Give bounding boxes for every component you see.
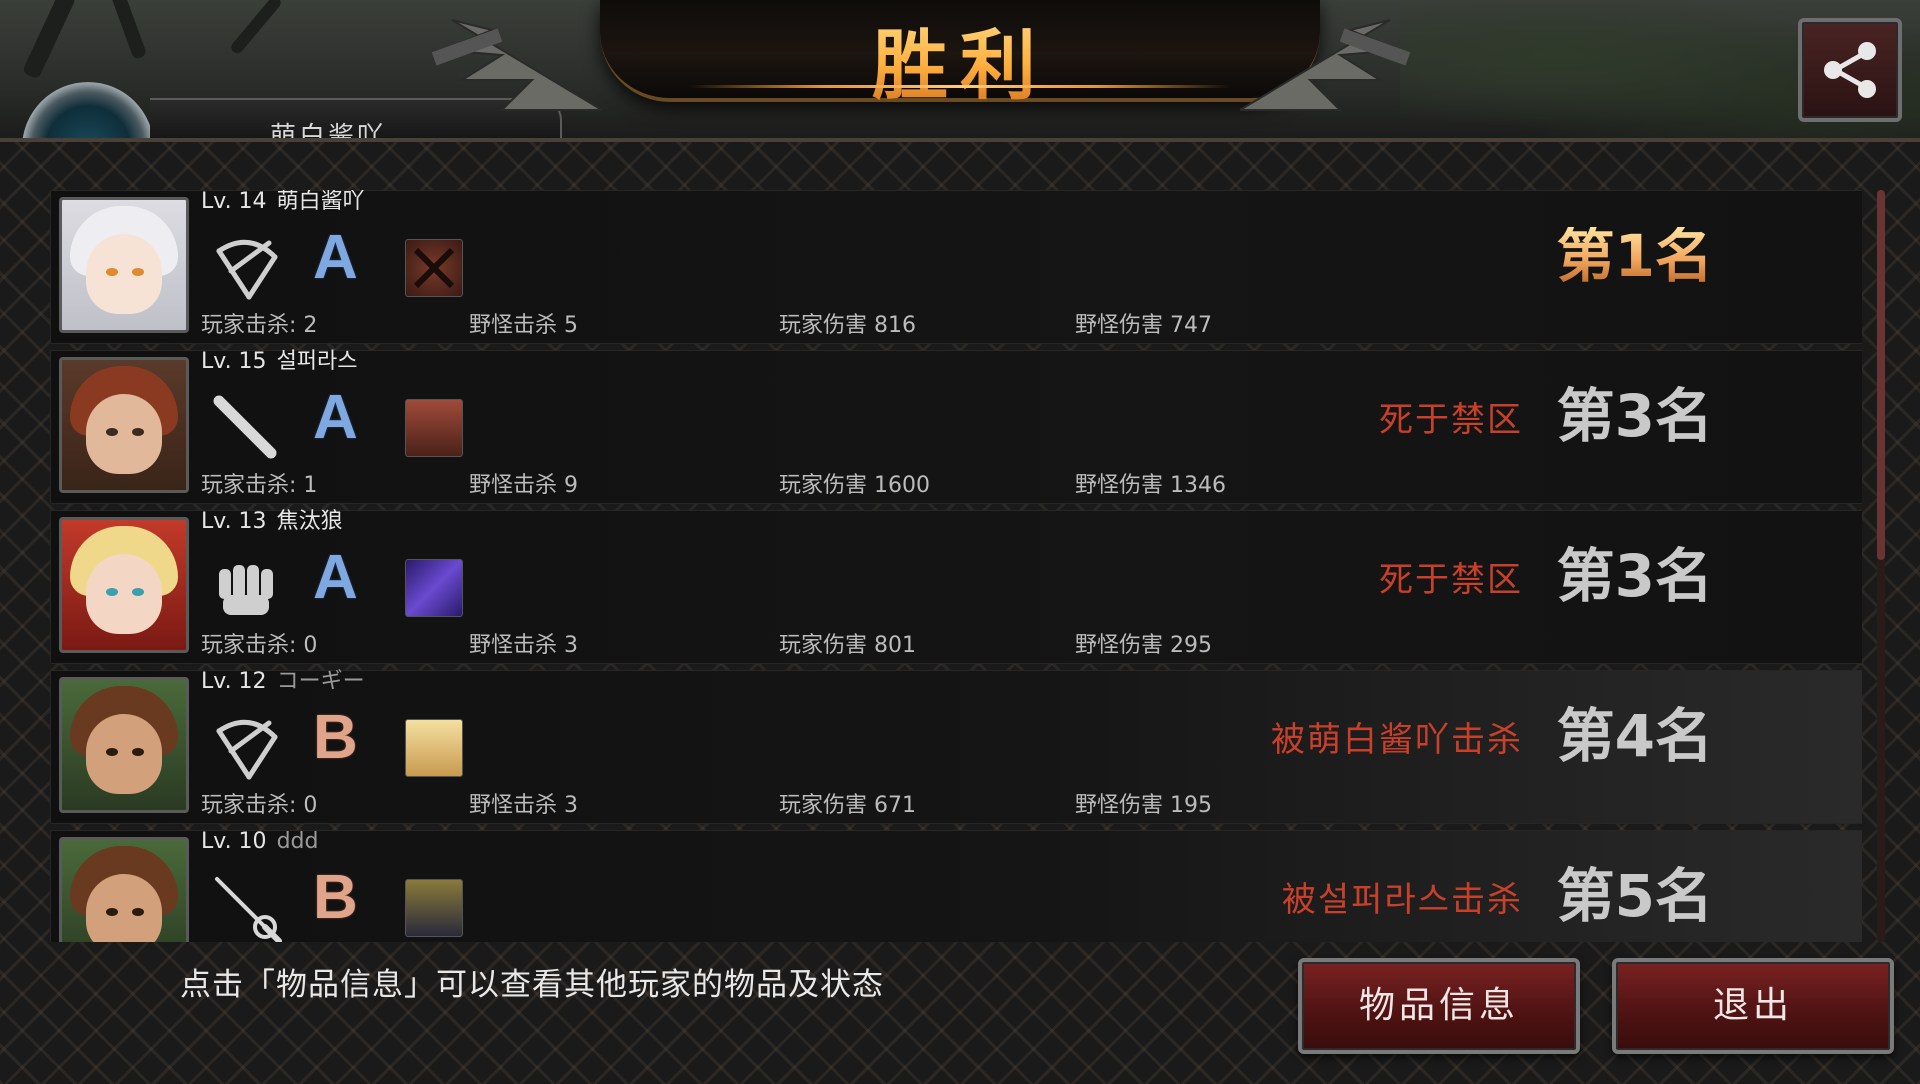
player-name: 萌白酱吖 bbox=[276, 190, 365, 214]
tree-branch bbox=[228, 0, 284, 56]
rank-label: 第5名 bbox=[1556, 862, 1713, 930]
monster-kills: 野怪击杀 9 bbox=[469, 473, 578, 498]
victory-banner: 胜利 bbox=[600, 0, 1320, 110]
monster-kills: 野怪击杀 3 bbox=[469, 793, 578, 818]
player-kills: 玩家击杀: 1 bbox=[201, 473, 318, 498]
player-name: 설퍼라스 bbox=[276, 349, 358, 374]
player-damage: 玩家伤害 801 bbox=[779, 633, 916, 658]
grade-badge: A bbox=[313, 223, 358, 292]
result-row[interactable]: Lv. 13 焦汰狼 A 玩家击杀: 0 野怪击杀 3 玩家伤害 801 野怪伤害… bbox=[50, 510, 1862, 664]
character-portrait bbox=[59, 677, 189, 813]
binoculars-character-item-icon[interactable] bbox=[405, 399, 463, 457]
player-kills: 玩家击杀: 0 bbox=[201, 793, 318, 818]
exit-button[interactable]: 退出 bbox=[1612, 958, 1894, 1054]
top-bar: 萌白酱吖 胜利 bbox=[0, 0, 1920, 140]
rank-label: 第3名 bbox=[1556, 382, 1713, 450]
player-name: 焦汰狼 bbox=[276, 509, 343, 534]
player-avatar bbox=[22, 82, 154, 140]
player-name: ddd bbox=[276, 829, 319, 854]
player-level: Lv. 10 bbox=[201, 829, 267, 854]
result-row[interactable]: Lv. 15 설퍼라스 A 玩家击杀: 1 野怪击杀 9 玩家伤害 1600 野怪… bbox=[50, 350, 1862, 504]
grade-badge: B bbox=[313, 863, 358, 932]
victory-title: 胜利 bbox=[600, 4, 1320, 114]
tree-branch bbox=[21, 0, 77, 80]
player-level-name: Lv. 13 焦汰狼 bbox=[201, 511, 343, 533]
result-row[interactable]: Lv. 10 ddd B 被설퍼라스击杀 第5名 bbox=[50, 830, 1862, 942]
scrollbar-thumb[interactable] bbox=[1877, 190, 1885, 560]
death-cause: 死于禁区 bbox=[1379, 560, 1523, 600]
rapier-icon bbox=[215, 877, 282, 942]
player-damage: 玩家伤害 816 bbox=[779, 313, 916, 338]
share-icon bbox=[1824, 42, 1876, 98]
crossed-blades-item-icon[interactable] bbox=[405, 239, 463, 297]
right-wing-ornament-icon bbox=[1240, 19, 1410, 111]
hint-text: 点击「物品信息」可以查看其他玩家的物品及状态 bbox=[180, 967, 884, 1003]
rank-label: 第3名 bbox=[1556, 542, 1713, 610]
results-list[interactable]: Lv. 14 萌白酱吖 A 玩家击杀: 2 野怪击杀 5 玩家伤害 816 野怪伤… bbox=[50, 190, 1862, 942]
grade-badge: A bbox=[313, 383, 358, 452]
bread-item-icon[interactable] bbox=[405, 719, 463, 777]
result-row[interactable]: Lv. 14 萌白酱吖 A 玩家击杀: 2 野怪击杀 5 玩家伤害 816 野怪伤… bbox=[50, 190, 1862, 344]
player-kills: 玩家击杀: 2 bbox=[201, 313, 318, 338]
monster-kills: 野怪击杀 3 bbox=[469, 633, 578, 658]
player-kills: 玩家击杀: 0 bbox=[201, 633, 318, 658]
grade-badge: A bbox=[313, 543, 358, 612]
player-level-name: Lv. 15 설퍼라스 bbox=[201, 351, 358, 373]
fist-icon bbox=[219, 565, 273, 615]
player-damage: 玩家伤害 1600 bbox=[779, 473, 930, 498]
player-level: Lv. 14 bbox=[201, 190, 267, 214]
player-level: Lv. 13 bbox=[201, 509, 267, 534]
monster-damage: 野怪伤害 1346 bbox=[1075, 473, 1226, 498]
player-level-name: Lv. 10 ddd bbox=[201, 831, 318, 853]
results-scrollbar[interactable] bbox=[1877, 190, 1885, 942]
rank-label: 第1名 bbox=[1556, 222, 1713, 290]
death-cause: 被萌白酱吖击杀 bbox=[1271, 720, 1523, 760]
purple-crystal-item-icon[interactable] bbox=[405, 559, 463, 617]
monster-damage: 野怪伤害 295 bbox=[1075, 633, 1212, 658]
ninja-character-item-icon[interactable] bbox=[405, 879, 463, 937]
tree-branch bbox=[106, 0, 148, 60]
monster-damage: 野怪伤害 195 bbox=[1075, 793, 1212, 818]
monster-damage: 野怪伤害 747 bbox=[1075, 313, 1212, 338]
player-damage: 玩家伤害 671 bbox=[779, 793, 916, 818]
item-info-button[interactable]: 物品信息 bbox=[1298, 958, 1580, 1054]
character-portrait bbox=[59, 837, 189, 942]
player-level-name: Lv. 12 コーギー bbox=[201, 671, 365, 693]
player-level-name: Lv. 14 萌白酱吖 bbox=[201, 191, 365, 213]
death-cause: 被설퍼라스击杀 bbox=[1281, 880, 1523, 920]
result-row[interactable]: Lv. 12 コーギー B 玩家击杀: 0 野怪击杀 3 玩家伤害 671 野怪伤… bbox=[50, 670, 1862, 824]
share-button[interactable] bbox=[1798, 18, 1902, 122]
baseball-bat-icon bbox=[213, 395, 277, 459]
monster-kills: 野怪击杀 5 bbox=[469, 313, 578, 338]
grade-badge: B bbox=[313, 703, 358, 772]
player-level: Lv. 15 bbox=[201, 349, 267, 374]
rank-label: 第4名 bbox=[1556, 702, 1713, 770]
character-portrait bbox=[59, 517, 189, 653]
character-portrait bbox=[59, 197, 189, 333]
character-portrait bbox=[59, 357, 189, 493]
crossbow-icon bbox=[216, 239, 278, 300]
crossbow-icon bbox=[216, 719, 278, 780]
left-wing-ornament-icon bbox=[432, 19, 602, 111]
player-level: Lv. 12 bbox=[201, 669, 267, 694]
death-cause: 死于禁区 bbox=[1379, 400, 1523, 440]
player-name: コーギー bbox=[276, 669, 365, 694]
